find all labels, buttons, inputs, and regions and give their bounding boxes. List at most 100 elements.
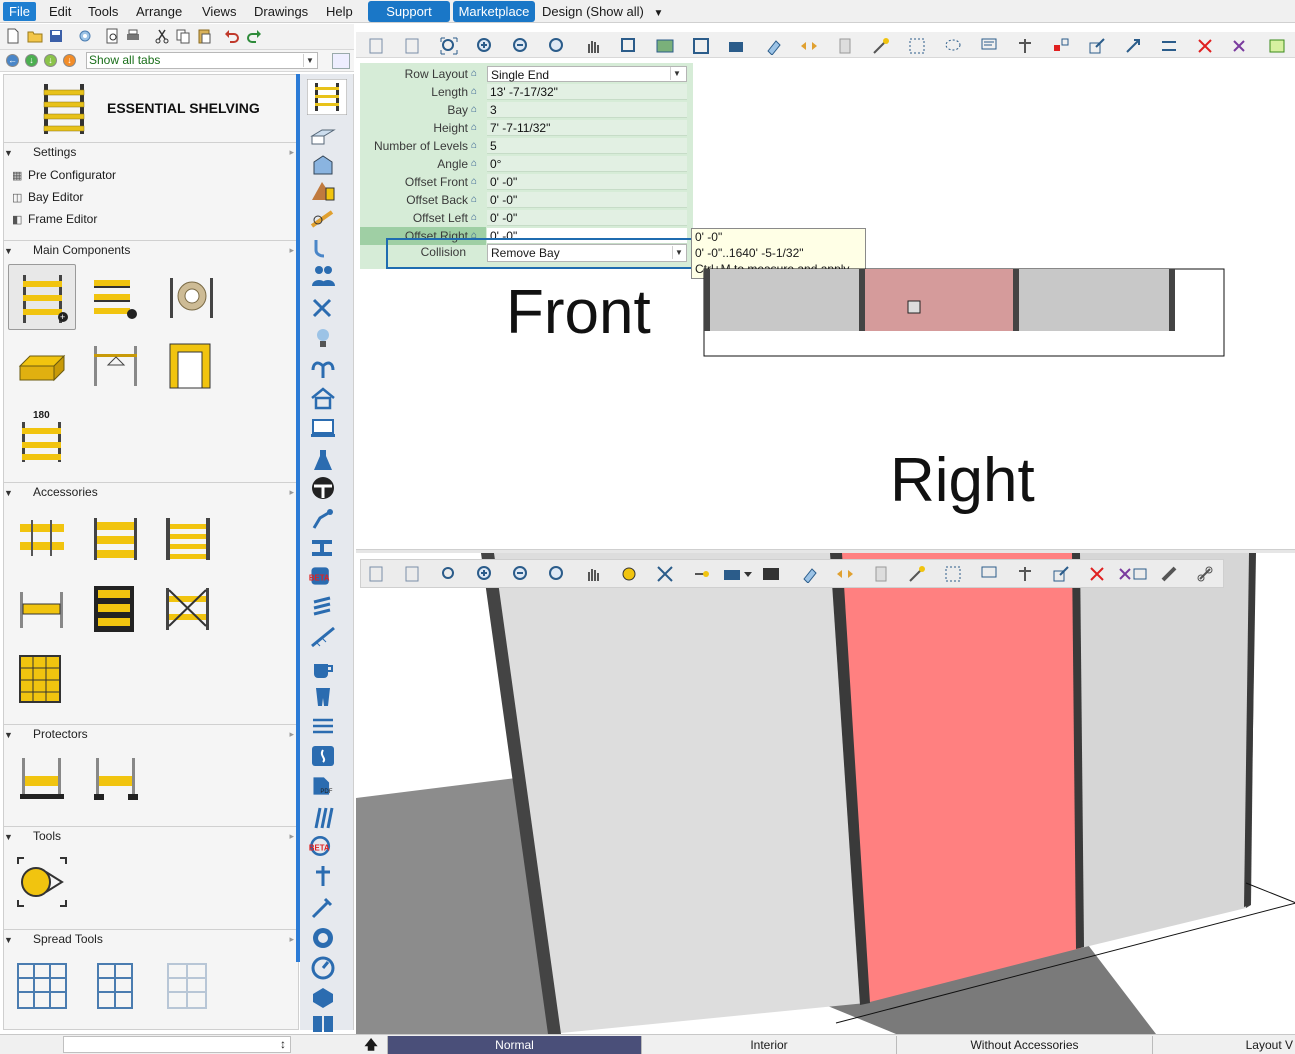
tab-normal[interactable]: Normal [387,1036,641,1054]
layers-icon[interactable] [836,37,854,55]
save-icon[interactable] [48,28,64,44]
hanging-rail-icon[interactable] [90,342,142,394]
sketchup-category-icon[interactable] [310,986,336,1010]
open-folder-icon[interactable] [27,28,43,44]
section-protectors[interactable]: ▼ Protectors ▸ [4,724,296,742]
library-category-icon[interactable] [310,1012,336,1036]
lock-icon[interactable]: ⌂ [471,68,483,80]
menu-drawings[interactable]: Drawings [248,2,314,21]
circle-category-icon[interactable] [310,926,336,950]
build-category-icon[interactable] [310,896,336,920]
rotate-icon[interactable] [1124,37,1142,55]
lines-category-icon[interactable] [310,714,336,738]
materials-category-icon[interactable] [310,180,336,204]
new-file-icon[interactable] [5,28,21,44]
select-icon[interactable] [368,565,386,583]
lock-icon[interactable]: ⌂ [471,194,483,206]
tab-without-accessories[interactable]: Without Accessories [896,1036,1152,1054]
wall-category-icon[interactable] [310,124,336,148]
fit-icon[interactable] [656,565,674,583]
eraser-icon[interactable] [764,37,782,55]
property-value-field[interactable]: 3 [487,102,687,118]
delete-icon[interactable] [1196,37,1214,55]
plants-category-icon[interactable] [310,356,336,380]
eraser-icon[interactable] [800,565,818,583]
kitchen-category-icon[interactable] [310,296,336,320]
pan-hand-icon[interactable] [584,565,602,583]
zoom-in-icon[interactable] [476,37,494,55]
group-icon[interactable] [1052,37,1070,55]
stairs-category-icon[interactable] [310,594,336,618]
rotate-rack-icon[interactable] [18,418,70,470]
layers-icon[interactable] [872,565,890,583]
computer-category-icon[interactable] [310,416,336,440]
gauge-category-icon[interactable] [310,956,336,980]
comment-icon[interactable] [980,37,998,55]
align-icon[interactable] [1016,37,1034,55]
coil-rack-icon[interactable] [166,274,218,326]
spread-racks-alt-icon[interactable] [90,960,142,1012]
single-rack-component[interactable]: + [8,264,76,330]
property-value-field[interactable]: 7' -7-11/32" [487,120,687,136]
copy-icon[interactable] [175,28,191,44]
pre-configurator-item[interactable]: ▦ Pre Configurator [12,166,116,184]
property-value-field[interactable]: 0' -0" [487,192,687,208]
bay-1[interactable] [704,269,864,331]
nav-back-icon[interactable]: ← [6,54,19,67]
camera-dropdown-icon[interactable] [722,565,754,583]
cut-icon[interactable] [154,28,170,44]
menu-tools[interactable]: Tools [82,2,124,21]
lab-category-icon[interactable] [310,448,336,472]
lock-icon[interactable]: ⌂ [471,140,483,152]
section-accessories[interactable]: ▼ Accessories ▸ [4,482,296,500]
upright-protector-icon[interactable] [90,752,142,804]
property-value-field[interactable]: 0' -0" [487,174,687,190]
zoom-window-icon[interactable] [404,565,422,583]
image-view-icon[interactable] [656,37,674,55]
menu-file[interactable]: File [3,2,36,21]
mirror-icon[interactable] [800,37,818,55]
building-category-icon[interactable] [310,152,336,176]
spread-racks-disabled-icon[interactable] [162,960,214,1012]
grid-icon[interactable] [1268,37,1286,55]
lock-icon[interactable]: ⌂ [471,122,483,134]
section-settings[interactable]: ▼ Settings ▸ [4,142,296,160]
lock-icon[interactable]: ⌂ [471,176,483,188]
collision-select[interactable]: Remove Bay ▼ [487,244,687,262]
undo-icon[interactable] [224,28,240,44]
menu-edit[interactable]: Edit [43,2,77,21]
tab-layout-view[interactable]: Layout V [1152,1036,1295,1054]
delete-icon[interactable] [1088,565,1106,583]
drawers-icon[interactable] [90,584,142,636]
align-icon[interactable] [1016,565,1034,583]
plumbing-category-icon[interactable] [310,236,336,260]
select-area-tool-icon[interactable] [16,856,68,908]
property-value-field[interactable]: 0' -0" [487,210,687,226]
lock-icon[interactable]: ⌂ [471,86,483,98]
arrow-up-icon[interactable]: 🡅 [360,1036,382,1053]
zoom-selection-icon[interactable] [620,37,638,55]
beta-feature-icon[interactable]: BETA [308,564,334,588]
side-panel-icon[interactable] [162,514,214,566]
cafe-category-icon[interactable] [310,656,336,680]
frame-editor-item[interactable]: ◧ Frame Editor [12,210,97,228]
bay-3[interactable] [1016,269,1174,331]
zoom-out-icon[interactable] [512,37,530,55]
settings-gear-icon[interactable] [77,28,93,44]
zoom-extents-icon[interactable] [440,565,458,583]
ramp-category-icon[interactable] [310,624,336,648]
fire-category-icon[interactable] [310,744,336,768]
menu-help[interactable]: Help [320,2,359,21]
back-panel-icon[interactable] [90,514,142,566]
zoom-out-icon[interactable] [512,565,530,583]
orbit-icon[interactable] [620,565,638,583]
cut-measure-icon[interactable] [1118,565,1148,583]
tabs-filter-select[interactable]: Show all tabs ▼ [86,52,318,69]
paste-icon[interactable] [196,28,212,44]
property-value-field[interactable]: 0° [487,156,687,172]
robot-arm-category-icon[interactable] [310,506,336,530]
bay-2-selected[interactable] [864,269,1016,331]
tab-interior[interactable]: Interior [641,1036,896,1054]
comment-icon[interactable] [980,565,998,583]
scale-icon[interactable] [1088,37,1106,55]
